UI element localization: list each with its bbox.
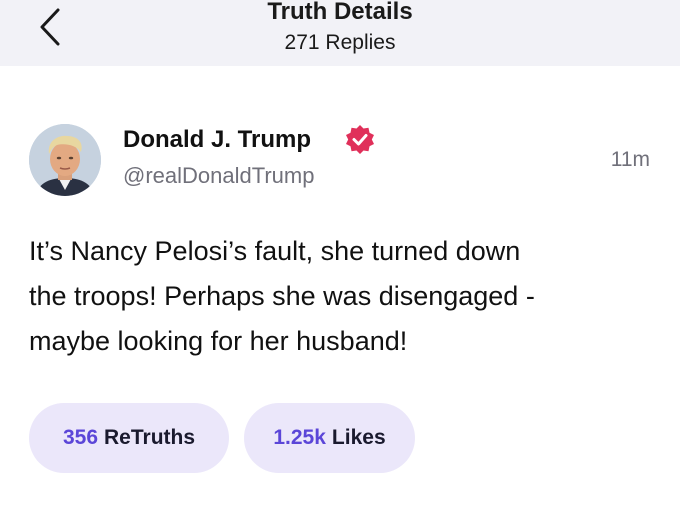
avatar-image bbox=[29, 124, 101, 196]
retruths-button[interactable]: 356 ReTruths bbox=[29, 403, 229, 473]
replies-count: 271 Replies bbox=[284, 31, 396, 54]
post-body: It’s Nancy Pelosi’s fault, she turned do… bbox=[29, 229, 659, 364]
retruths-count: 356 bbox=[62, 426, 99, 449]
truth-details-screen: Truth Details 271 Replies Donald J. Trum… bbox=[0, 0, 680, 518]
likes-button[interactable]: 1.25k Likes bbox=[244, 403, 415, 473]
post-text-line: It’s Nancy Pelosi’s fault, she turned do… bbox=[29, 236, 521, 266]
likes-label: Likes bbox=[331, 426, 386, 449]
header-bar: Truth Details 271 Replies bbox=[0, 0, 680, 66]
author-handle[interactable]: @realDonaldTrump bbox=[123, 162, 314, 190]
avatar[interactable] bbox=[29, 124, 101, 196]
post-text-line: the troops! Perhaps she was disengaged - bbox=[29, 281, 535, 311]
post-text-line: maybe looking for her husband! bbox=[29, 326, 408, 356]
page-title: Truth Details bbox=[267, 0, 413, 25]
author-name[interactable]: Donald J. Trump bbox=[123, 125, 311, 155]
retruths-label: ReTruths bbox=[104, 426, 196, 449]
likes-count: 1.25k bbox=[273, 426, 326, 449]
post-timestamp: 11m bbox=[610, 148, 650, 171]
verified-badge-icon bbox=[346, 125, 374, 154]
